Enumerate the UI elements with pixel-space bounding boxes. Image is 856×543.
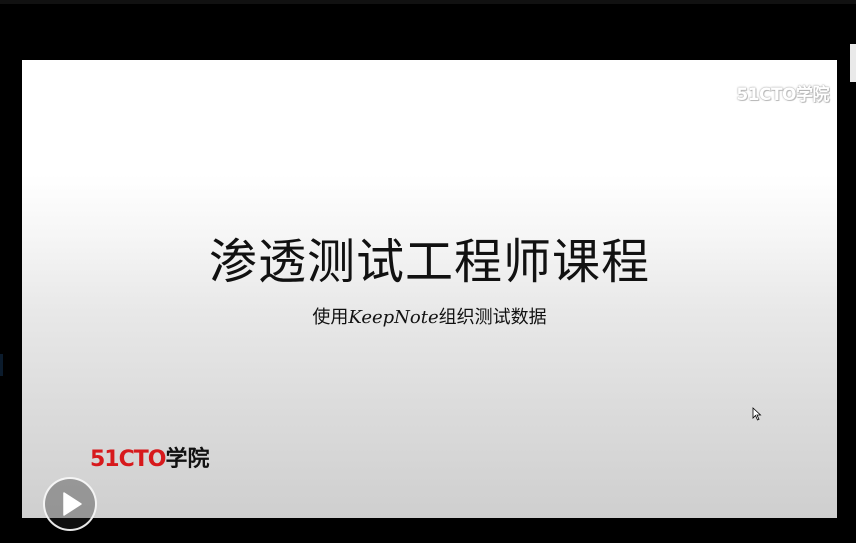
right-edge-strip [850, 44, 856, 82]
watermark-cn: 学院 [796, 85, 830, 105]
play-button[interactable] [43, 477, 97, 531]
mouse-cursor-icon [752, 407, 762, 421]
subtitle-suffix: 组织测试数据 [438, 307, 547, 328]
slide-title: 渗透测试工程师课程 [208, 234, 650, 290]
brand-logo: 51CTO学院 [90, 441, 210, 473]
left-edge-marker [0, 354, 3, 376]
brand-cn: 学院 [165, 447, 210, 472]
bottom-edge [0, 518, 856, 543]
subtitle-prefix: 使用 [312, 307, 349, 328]
play-icon [63, 492, 82, 516]
video-player[interactable]: 51CTO学院 渗透测试工程师课程 使用KeepNote组织测试数据 51CTO… [0, 0, 856, 543]
slide-subtitle: 使用KeepNote组织测试数据 [22, 303, 837, 329]
watermark-logo: 51CTO学院 [736, 80, 829, 105]
brand-num: 51CTO [90, 447, 166, 472]
slide: 51CTO学院 渗透测试工程师课程 使用KeepNote组织测试数据 51CTO… [22, 60, 837, 518]
subtitle-app-name: KeepNote [348, 307, 439, 328]
top-edge [0, 0, 856, 4]
watermark-num: 51CTO [736, 85, 796, 105]
